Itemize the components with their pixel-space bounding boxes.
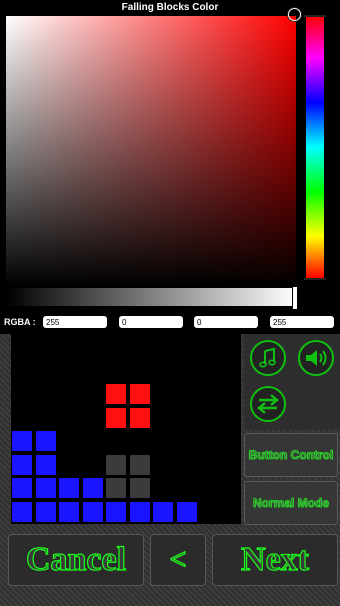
hue-slider[interactable] bbox=[306, 16, 324, 278]
button-control-button[interactable]: Button Control bbox=[244, 433, 338, 477]
red-block bbox=[128, 406, 151, 429]
back-button[interactable]: < bbox=[150, 534, 206, 586]
color-picker-handle[interactable] bbox=[288, 8, 301, 21]
saturation-value-picker[interactable] bbox=[6, 16, 296, 286]
icon-panel bbox=[244, 334, 340, 430]
gray-block bbox=[128, 477, 151, 499]
red-block bbox=[128, 383, 151, 405]
game-preview-board bbox=[11, 334, 241, 524]
blue-field[interactable] bbox=[194, 316, 258, 328]
alpha-slider-marker[interactable] bbox=[292, 286, 298, 310]
normal-mode-button[interactable]: Normal Mode bbox=[244, 481, 338, 525]
blue-block bbox=[58, 477, 80, 499]
blue-block bbox=[34, 477, 57, 499]
blue-block bbox=[11, 430, 33, 452]
red-field[interactable] bbox=[43, 316, 107, 328]
hue-slider-marker-bottom bbox=[304, 278, 326, 280]
rgba-label: RGBA : bbox=[4, 317, 36, 327]
gray-block bbox=[105, 453, 127, 476]
blue-block bbox=[11, 453, 33, 476]
blue-block bbox=[105, 500, 127, 523]
blue-block bbox=[34, 453, 57, 476]
swap-arrows-icon[interactable] bbox=[250, 386, 286, 422]
rgba-row: RGBA : bbox=[0, 314, 340, 332]
blue-block bbox=[58, 500, 80, 523]
blue-block bbox=[81, 477, 104, 499]
blue-block bbox=[128, 500, 151, 523]
blue-block bbox=[34, 500, 57, 523]
blue-block bbox=[152, 500, 174, 523]
blue-block bbox=[11, 477, 33, 499]
alpha-slider[interactable] bbox=[6, 288, 296, 306]
music-note-icon[interactable] bbox=[250, 340, 286, 376]
blue-block bbox=[175, 500, 198, 523]
cancel-button[interactable]: Cancel bbox=[8, 534, 144, 586]
green-field[interactable] bbox=[119, 316, 183, 328]
red-block bbox=[105, 383, 127, 405]
gray-block bbox=[105, 477, 127, 499]
blue-block bbox=[34, 430, 57, 452]
hue-slider-marker[interactable] bbox=[304, 15, 326, 17]
speaker-icon[interactable] bbox=[298, 340, 334, 376]
alpha-field[interactable] bbox=[270, 316, 334, 328]
next-button[interactable]: Next bbox=[212, 534, 338, 586]
red-block bbox=[105, 406, 127, 429]
blue-block bbox=[81, 500, 104, 523]
gray-block bbox=[128, 453, 151, 476]
blue-block bbox=[11, 500, 33, 523]
